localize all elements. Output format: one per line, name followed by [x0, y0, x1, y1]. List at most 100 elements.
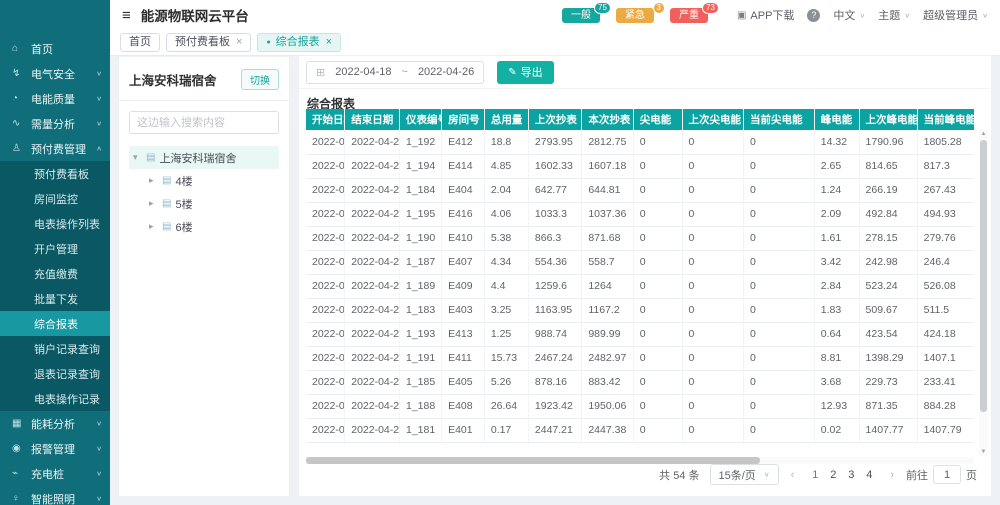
- table-cell: 1167.2: [582, 298, 633, 322]
- horizontal-scrollbar[interactable]: [306, 457, 974, 464]
- tab-综合报表[interactable]: ●综合报表×: [257, 33, 341, 52]
- sidebar-item-需量分析[interactable]: ∿需量分析∨: [0, 111, 110, 136]
- tree-item-label: 上海安科瑞宿舍: [159, 150, 236, 166]
- help-icon[interactable]: ?: [807, 9, 820, 22]
- building-icon: ▤: [146, 152, 155, 163]
- table-body: 2022-0...2022-04-26 ...1_192E41218.82793…: [306, 130, 974, 442]
- theme-select[interactable]: 主题 ∨: [878, 7, 910, 23]
- user-menu[interactable]: 超级管理员 ∨: [923, 7, 988, 23]
- close-icon[interactable]: ×: [326, 36, 332, 49]
- submenu-item-房间监控[interactable]: 房间监控: [0, 186, 110, 211]
- tab-label: 综合报表: [276, 36, 320, 49]
- submenu-item-充值缴费[interactable]: 充值缴费: [0, 261, 110, 286]
- submenu-item-综合报表[interactable]: 综合报表: [0, 311, 110, 336]
- prev-page-button[interactable]: ‹: [789, 469, 797, 481]
- export-button[interactable]: ✎ 导出: [497, 61, 553, 84]
- caret-right-icon[interactable]: ▸: [149, 198, 158, 209]
- table-cell: 2022-04-26 ...: [345, 322, 400, 346]
- page-4[interactable]: 4: [860, 469, 878, 481]
- report-panel: ⊞ 2022-04-18 ~ 2022-04-26 ✎ 导出 综合报表 开始日期…: [298, 55, 992, 497]
- date-start[interactable]: 2022-04-18: [335, 66, 391, 78]
- alarm-badge-严重[interactable]: 严重73: [670, 8, 708, 23]
- alarm-badge-紧急[interactable]: 紧急3: [616, 8, 654, 23]
- caret-down-icon[interactable]: ▾: [133, 152, 142, 163]
- table-cell: 0: [633, 370, 682, 394]
- table-cell: 0: [633, 346, 682, 370]
- table-cell: 1607.18: [582, 154, 633, 178]
- caret-right-icon[interactable]: ▸: [149, 221, 158, 232]
- sidebar-item-能耗分析[interactable]: ▦能耗分析∨: [0, 411, 110, 436]
- date-range-picker[interactable]: ⊞ 2022-04-18 ~ 2022-04-26: [306, 61, 484, 84]
- page-size-select[interactable]: 15条/页 ∨: [710, 464, 779, 485]
- tree-item-5楼[interactable]: ▸▤5楼: [129, 192, 279, 215]
- horizontal-scrollbar-handle[interactable]: [306, 457, 760, 464]
- language-select[interactable]: 中文 ∨: [833, 7, 865, 23]
- close-icon[interactable]: ×: [236, 36, 242, 49]
- table-cell: 1163.95: [528, 298, 581, 322]
- tree-search-input[interactable]: [129, 111, 279, 134]
- table-cell: 554.36: [528, 250, 581, 274]
- page-size-value: 15条/页: [719, 467, 756, 483]
- demand-icon: ∿: [12, 118, 26, 129]
- table-cell: 2793.95: [528, 130, 581, 154]
- scroll-down-icon[interactable]: ▼: [979, 448, 988, 456]
- table-row: 2022-0...2022-04-26 ...1_188E40826.64192…: [306, 394, 974, 418]
- submenu-item-预付费看板[interactable]: 预付费看板: [0, 161, 110, 186]
- submenu-item-批量下发[interactable]: 批量下发: [0, 286, 110, 311]
- page-3[interactable]: 3: [842, 469, 860, 481]
- table-cell: 0: [743, 370, 814, 394]
- sidebar-item-电气安全[interactable]: ↯电气安全∨: [0, 61, 110, 86]
- vertical-scrollbar[interactable]: ▲ ▼: [979, 130, 988, 456]
- table-cell: 278.15: [859, 226, 917, 250]
- sidebar-item-智能照明[interactable]: ♀智能照明∨: [0, 486, 110, 505]
- submenu-item-电表操作记录[interactable]: 电表操作记录: [0, 386, 110, 411]
- table-cell: E412: [442, 130, 485, 154]
- scroll-up-icon[interactable]: ▲: [979, 130, 988, 138]
- tab-预付费看板[interactable]: 预付费看板×: [166, 33, 251, 52]
- table-cell: 0: [633, 250, 682, 274]
- tree-item-6楼[interactable]: ▸▤6楼: [129, 215, 279, 238]
- submenu-item-开户管理[interactable]: 开户管理: [0, 236, 110, 261]
- tree-item-4楼[interactable]: ▸▤4楼: [129, 169, 279, 192]
- date-end[interactable]: 2022-04-26: [418, 66, 474, 78]
- table-cell: 1407.79: [917, 418, 974, 442]
- sidebar-item-预付费管理[interactable]: ♙预付费管理∧: [0, 136, 110, 161]
- home-icon: ⌂: [12, 43, 26, 54]
- page-1[interactable]: 1: [806, 469, 824, 481]
- sidebar-item-首页[interactable]: ⌂首页: [0, 36, 110, 61]
- alarm-badge-一般[interactable]: 一般75: [562, 8, 600, 23]
- building-icon: ▤: [162, 198, 171, 209]
- tree-item-root[interactable]: ▾ ▤ 上海安科瑞宿舍: [129, 146, 279, 169]
- sidebar-item-电能质量[interactable]: ◔电能质量∨: [0, 86, 110, 111]
- submenu-item-退表记录查询[interactable]: 退表记录查询: [0, 361, 110, 386]
- table-cell: 1264: [582, 274, 633, 298]
- badge-label: 严重: [679, 10, 699, 21]
- chevron-down-icon: ∨: [764, 471, 770, 478]
- next-page-button[interactable]: ›: [888, 469, 896, 481]
- table-cell: E408: [442, 394, 485, 418]
- submenu-item-销户记录查询[interactable]: 销户记录查询: [0, 336, 110, 361]
- table-cell: 523.24: [859, 274, 917, 298]
- tab-首页[interactable]: 首页: [120, 33, 160, 52]
- app-download-link[interactable]: ▣ APP下载: [737, 7, 794, 23]
- topbar-right: 一般75 紧急3 严重73 ▣ APP下载 ? 中文 ∨ 主题 ∨ 超级管理员 ∨: [562, 7, 988, 23]
- table-cell: 0: [682, 130, 743, 154]
- goto-page-input[interactable]: [933, 465, 961, 484]
- column-header-开始日期: 开始日期: [306, 109, 345, 130]
- caret-right-icon[interactable]: ▸: [149, 175, 158, 186]
- switch-button[interactable]: 切换: [241, 69, 279, 90]
- menu-toggle-icon[interactable]: ≡: [122, 8, 131, 23]
- table-cell: 266.19: [859, 178, 917, 202]
- table-cell: 2022-0...: [306, 202, 345, 226]
- sidebar-item-label: 需量分析: [31, 116, 96, 132]
- page-2[interactable]: 2: [824, 469, 842, 481]
- table-cell: 644.81: [582, 178, 633, 202]
- tab-bar: 首页预付费看板×●综合报表×: [110, 30, 1000, 56]
- submenu-item-电表操作列表[interactable]: 电表操作列表: [0, 211, 110, 236]
- table-cell: 0: [743, 226, 814, 250]
- table-cell: 1.25: [484, 322, 528, 346]
- sidebar-item-报警管理[interactable]: ◉报警管理∨: [0, 436, 110, 461]
- vertical-scrollbar-handle[interactable]: [980, 140, 987, 412]
- column-header-本次抄表: 本次抄表: [582, 109, 633, 130]
- sidebar-item-充电桩[interactable]: ⌁充电桩∨: [0, 461, 110, 486]
